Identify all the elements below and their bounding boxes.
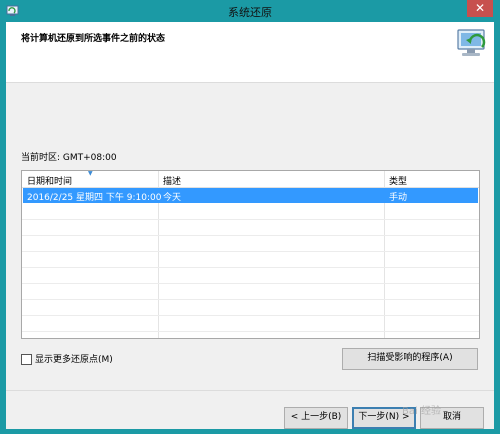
checkbox-box[interactable] — [21, 354, 32, 365]
sort-indicator-icon: ▼ — [88, 170, 93, 177]
column-header-description[interactable]: 描述 — [163, 174, 181, 187]
window-title: 系统还原 — [228, 6, 272, 19]
row-separator — [22, 299, 479, 300]
scan-affected-programs-button[interactable]: 扫描受影响的程序(A) — [342, 348, 478, 370]
timezone-label: 当前时区: GMT+08:00 — [21, 153, 117, 163]
dialog-body: 将计算机还原到所选事件之前的状态 当前时区: GMT+08:00 日期和时间 ▼… — [6, 22, 494, 429]
row-separator — [22, 331, 479, 332]
close-button[interactable]: ✕ — [467, 0, 493, 17]
back-button[interactable]: < 上一步(B) — [284, 407, 348, 429]
row-type: 手动 — [389, 193, 408, 203]
column-header-type[interactable]: 类型 — [389, 174, 407, 187]
row-separator — [22, 283, 479, 284]
column-header-datetime[interactable]: 日期和时间 — [27, 174, 72, 187]
row-separator — [22, 251, 479, 252]
restore-computer-icon — [457, 29, 486, 56]
title-bar: 系统还原 ✕ — [0, 0, 500, 22]
row-separator — [22, 235, 479, 236]
row-separator — [22, 315, 479, 316]
row-separator — [22, 219, 479, 220]
watermark: Bai 经验 — [402, 406, 441, 417]
wizard-heading: 将计算机还原到所选事件之前的状态 — [21, 34, 166, 44]
show-more-checkbox[interactable]: 显示更多还原点(M) — [21, 352, 113, 365]
wizard-header: 将计算机还原到所选事件之前的状态 — [6, 22, 494, 83]
table-row[interactable]: 2016/2/25 星期四 下午 9:10:00 今天 手动 — [23, 188, 478, 203]
table-header: 日期和时间 ▼ 描述 类型 — [22, 171, 479, 188]
row-description: 今天 — [163, 193, 182, 203]
row-separator — [22, 267, 479, 268]
restore-points-table[interactable]: 日期和时间 ▼ 描述 类型 2016/2/25 星期四 下午 9:10:00 今… — [21, 170, 480, 339]
row-datetime: 2016/2/25 星期四 下午 9:10:00 — [27, 193, 162, 203]
show-more-label: 显示更多还原点(M) — [35, 355, 113, 365]
close-icon: ✕ — [474, 1, 486, 15]
